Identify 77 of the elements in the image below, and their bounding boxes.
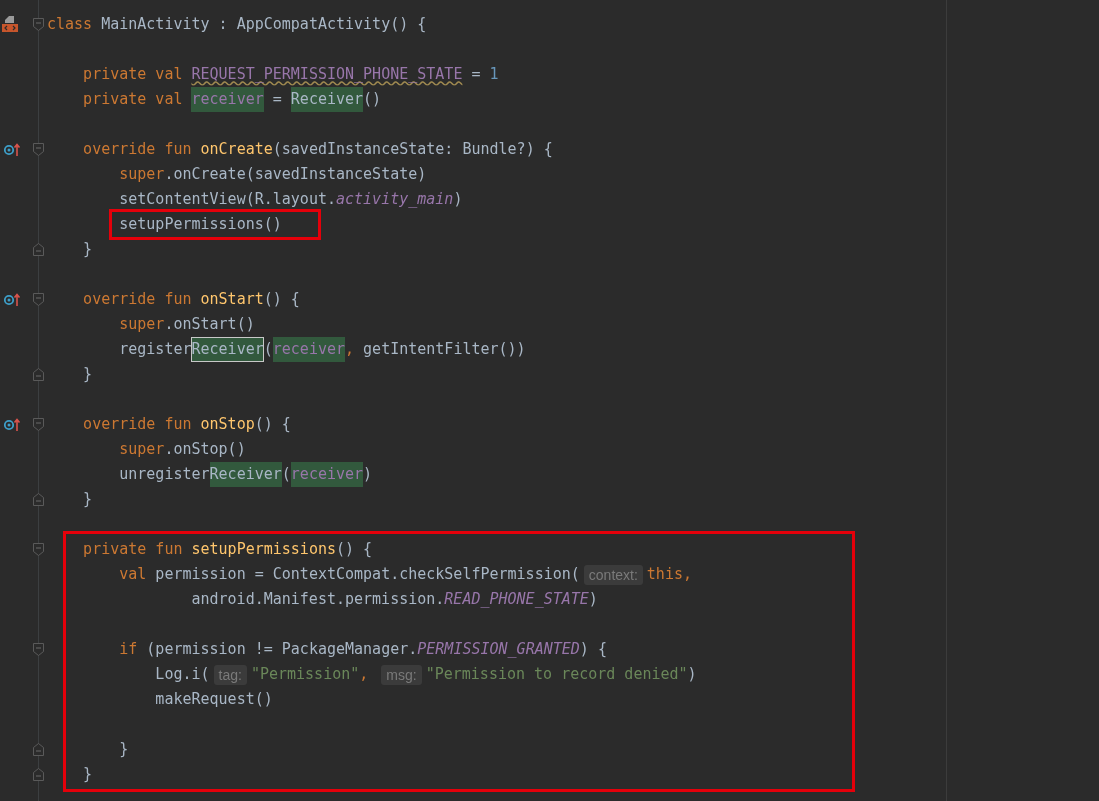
code-token: REQUEST_PERMISSION_PHONE_STATE [191,64,463,85]
code-token: () [363,89,382,110]
code-token: android.Manifest.permission. [191,589,445,610]
code-token: () { [254,414,291,435]
code-token: READ_PHONE_STATE [444,589,589,610]
code-token: (savedInstanceState: Bundle?) { [272,139,553,160]
code-token: setupPermissions [191,539,336,560]
code-token: ( [281,464,291,485]
code-token: } [83,764,93,785]
code-token: activity_main [336,189,454,210]
code-token: receiver [290,462,364,487]
code-token: onStart [200,289,264,310]
code-token: Receiver [209,462,282,487]
fold-end-icon[interactable] [33,743,44,756]
code-token: , [345,339,355,360]
code-token: unregister [119,464,210,485]
code-token: if [119,639,139,660]
code-token: } [83,364,93,385]
code-token: ) { [579,639,607,660]
code-token: getIntentFilter()) [362,339,526,360]
code-token: () { [263,289,300,310]
code-token: setContentView(R.layout. [119,189,336,210]
fold-icon[interactable] [33,418,44,431]
code-token: } [119,739,129,760]
code-token: 1 [489,64,499,85]
code-token: = [271,89,283,110]
parameter-hint: context: [583,564,643,585]
parameter-hint: tag: [213,664,247,685]
code-token: val [119,564,148,585]
parameter-hint: msg: [381,664,422,685]
code-token: super [119,314,165,335]
code-token: } [83,489,93,510]
code-token: override fun [83,289,193,310]
code-token: MainActivity : AppCompatActivity() { [100,14,427,35]
code-token: receiver [272,337,345,362]
code-token: .onCreate(savedInstanceState) [164,164,427,185]
code-token: ) [363,464,373,485]
code-token: (permission != PackageManager. [146,639,418,660]
fold-end-icon[interactable] [33,768,44,781]
fold-icon[interactable] [33,293,44,306]
code-token: onStop [200,414,255,435]
code-token: override fun [83,139,193,160]
code-token: super [119,164,165,185]
code-token: ) [588,589,598,610]
code-token: override fun [83,414,193,435]
fold-end-icon[interactable] [33,368,44,381]
code-token: private val [83,89,184,110]
code-token: = [470,64,482,85]
fold-icon[interactable] [33,18,44,31]
code-token: "Permission" [250,664,360,685]
code-token: ) [453,189,463,210]
code-token: makeRequest() [155,689,273,710]
code-token: receiver [191,87,264,112]
code-token: } [83,239,93,260]
code-token: "Permission to record denied" [425,664,688,685]
code-token: permission = ContextCompat.checkSelfPermission( [155,564,580,585]
code-token: .onStart() [164,314,255,335]
code-token: PERMISSION_GRANTED [417,639,580,660]
code-token: , [359,664,370,685]
code-token: setupPermissions() [119,215,282,233]
code-token: super [119,439,165,460]
fold-end-icon[interactable] [33,493,44,506]
code-token: Log.i( [155,664,210,685]
fold-icon[interactable] [33,543,44,556]
code-token: this, [646,564,692,585]
code-token: register [119,339,192,360]
code-token: private fun [83,539,184,560]
code-token: class [47,14,93,35]
code-token: onCreate [200,139,273,160]
fold-icon[interactable] [33,643,44,656]
code-token: private val [83,64,184,85]
code-token: Receiver [290,87,364,112]
code-token: ) [687,664,697,685]
fold-end-icon[interactable] [33,243,44,256]
code-token: .onStop() [164,439,246,460]
code-token: () { [336,539,373,560]
fold-icon[interactable] [33,143,44,156]
